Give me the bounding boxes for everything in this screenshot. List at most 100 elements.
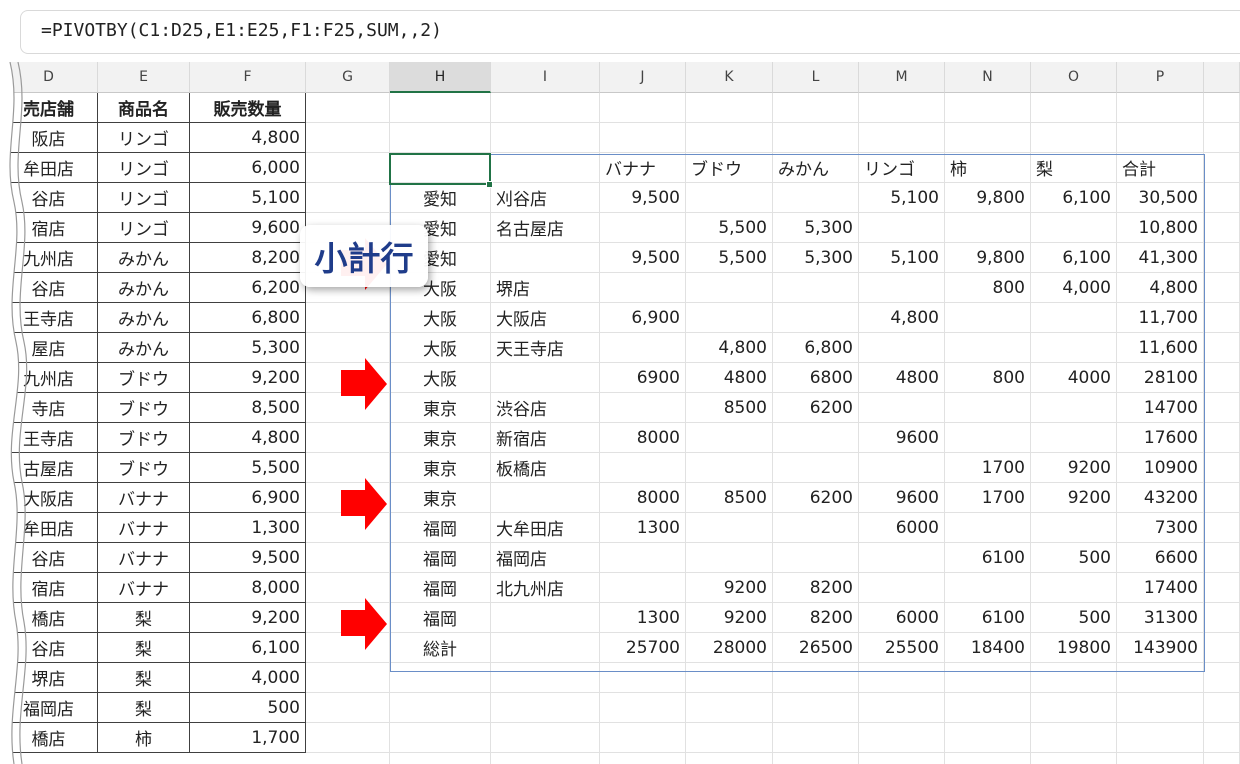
pivot-cell[interactable]: 6200 bbox=[773, 393, 859, 423]
pivot-cell[interactable] bbox=[773, 303, 859, 333]
grid-cell[interactable] bbox=[1031, 123, 1117, 153]
grid-cell[interactable] bbox=[491, 663, 600, 693]
column-header-f[interactable]: F bbox=[190, 62, 306, 93]
pivot-cell[interactable]: 総計 bbox=[390, 633, 491, 663]
source-cell[interactable]: みかん bbox=[98, 243, 190, 273]
pivot-cell[interactable]: 5,300 bbox=[773, 213, 859, 243]
grid-cell[interactable] bbox=[390, 93, 491, 123]
grid-cell[interactable] bbox=[1204, 423, 1240, 453]
source-cell[interactable]: みかん bbox=[98, 273, 190, 303]
pivot-cell[interactable] bbox=[686, 453, 773, 483]
pivot-cell[interactable]: 17600 bbox=[1117, 423, 1204, 453]
grid-cell[interactable] bbox=[1204, 663, 1240, 693]
pivot-cell[interactable]: 6000 bbox=[859, 603, 945, 633]
source-cell[interactable]: バナナ bbox=[98, 513, 190, 543]
source-cell[interactable]: みかん bbox=[98, 303, 190, 333]
pivot-cell[interactable]: 143900 bbox=[1117, 633, 1204, 663]
pivot-cell[interactable]: 8200 bbox=[773, 573, 859, 603]
pivot-cell[interactable]: 堺店 bbox=[491, 273, 600, 303]
pivot-cell[interactable] bbox=[686, 303, 773, 333]
pivot-cell[interactable]: 9200 bbox=[686, 603, 773, 633]
pivot-cell[interactable]: 9600 bbox=[859, 423, 945, 453]
grid-cell[interactable] bbox=[686, 723, 773, 753]
pivot-cell[interactable] bbox=[491, 243, 600, 273]
pivot-cell[interactable]: 東京 bbox=[390, 393, 491, 423]
pivot-cell[interactable]: 大阪 bbox=[390, 303, 491, 333]
grid-cell[interactable] bbox=[491, 753, 600, 764]
pivot-cell[interactable]: 8000 bbox=[600, 483, 686, 513]
grid-cell[interactable] bbox=[390, 753, 491, 764]
source-cell[interactable]: 1,700 bbox=[190, 723, 306, 753]
pivot-cell[interactable] bbox=[945, 393, 1031, 423]
grid-cell[interactable] bbox=[600, 723, 686, 753]
grid-cell[interactable] bbox=[859, 723, 945, 753]
pivot-cell[interactable]: 4800 bbox=[859, 363, 945, 393]
pivot-cell[interactable]: 6600 bbox=[1117, 543, 1204, 573]
grid-cell[interactable] bbox=[686, 753, 773, 764]
pivot-cell[interactable]: 東京 bbox=[390, 483, 491, 513]
grid-cell[interactable] bbox=[306, 753, 390, 764]
pivot-cell[interactable] bbox=[1031, 393, 1117, 423]
grid-cell[interactable] bbox=[1204, 693, 1240, 723]
pivot-header-cell[interactable]: ブドウ bbox=[686, 153, 773, 183]
grid-cell[interactable] bbox=[1031, 753, 1117, 764]
source-cell[interactable]: 6,800 bbox=[190, 303, 306, 333]
pivot-cell[interactable] bbox=[686, 513, 773, 543]
pivot-cell[interactable]: 6,800 bbox=[773, 333, 859, 363]
grid-cell[interactable] bbox=[1204, 273, 1240, 303]
pivot-cell[interactable]: 41,300 bbox=[1117, 243, 1204, 273]
pivot-cell[interactable] bbox=[773, 513, 859, 543]
grid-cell[interactable] bbox=[306, 663, 390, 693]
grid-cell[interactable] bbox=[390, 663, 491, 693]
pivot-cell[interactable]: 6,100 bbox=[1031, 183, 1117, 213]
source-cell[interactable]: 梨 bbox=[98, 663, 190, 693]
pivot-cell[interactable]: 1300 bbox=[600, 603, 686, 633]
pivot-cell[interactable]: 5,100 bbox=[859, 183, 945, 213]
pivot-cell[interactable] bbox=[1031, 513, 1117, 543]
pivot-cell[interactable]: 1700 bbox=[945, 483, 1031, 513]
pivot-cell[interactable]: 大阪店 bbox=[491, 303, 600, 333]
grid-cell[interactable] bbox=[859, 663, 945, 693]
grid-cell[interactable] bbox=[390, 723, 491, 753]
grid-cell[interactable] bbox=[1204, 573, 1240, 603]
grid-cell[interactable] bbox=[945, 663, 1031, 693]
source-cell[interactable]: 4,800 bbox=[190, 123, 306, 153]
fill-handle[interactable] bbox=[486, 181, 493, 188]
pivot-cell[interactable]: 6800 bbox=[773, 363, 859, 393]
column-header-h[interactable]: H bbox=[390, 62, 491, 93]
source-cell[interactable]: ブドウ bbox=[98, 363, 190, 393]
pivot-header-cell[interactable]: リンゴ bbox=[859, 153, 945, 183]
pivot-cell[interactable] bbox=[859, 213, 945, 243]
pivot-cell[interactable] bbox=[600, 453, 686, 483]
source-cell[interactable]: リンゴ bbox=[98, 213, 190, 243]
pivot-cell[interactable]: 8200 bbox=[773, 603, 859, 633]
grid-cell[interactable] bbox=[306, 183, 390, 213]
pivot-cell[interactable]: 25500 bbox=[859, 633, 945, 663]
grid-cell[interactable] bbox=[1204, 633, 1240, 663]
pivot-cell[interactable]: 6,900 bbox=[600, 303, 686, 333]
source-cell[interactable]: ブドウ bbox=[98, 393, 190, 423]
pivot-cell[interactable]: 500 bbox=[1031, 543, 1117, 573]
pivot-cell[interactable]: 1300 bbox=[600, 513, 686, 543]
grid-cell[interactable] bbox=[1117, 753, 1204, 764]
pivot-cell[interactable]: 9200 bbox=[1031, 453, 1117, 483]
grid-cell[interactable] bbox=[491, 123, 600, 153]
pivot-cell[interactable]: 500 bbox=[1031, 603, 1117, 633]
source-cell[interactable]: 4,800 bbox=[190, 423, 306, 453]
source-cell[interactable]: 5,100 bbox=[190, 183, 306, 213]
source-header-cell[interactable]: 販売数量 bbox=[190, 93, 306, 123]
pivot-cell[interactable]: 大阪 bbox=[390, 333, 491, 363]
pivot-header-cell[interactable] bbox=[491, 153, 600, 183]
pivot-cell[interactable]: 9600 bbox=[859, 483, 945, 513]
column-header-o[interactable]: O bbox=[1031, 62, 1117, 93]
pivot-cell[interactable]: 6100 bbox=[945, 543, 1031, 573]
pivot-cell[interactable]: 新宿店 bbox=[491, 423, 600, 453]
grid-cell[interactable] bbox=[390, 123, 491, 153]
pivot-cell[interactable] bbox=[686, 543, 773, 573]
pivot-cell[interactable]: 6000 bbox=[859, 513, 945, 543]
pivot-cell[interactable] bbox=[773, 183, 859, 213]
grid-cell[interactable] bbox=[491, 723, 600, 753]
pivot-cell[interactable] bbox=[686, 423, 773, 453]
grid-cell[interactable] bbox=[1117, 693, 1204, 723]
grid-cell[interactable] bbox=[1204, 603, 1240, 633]
